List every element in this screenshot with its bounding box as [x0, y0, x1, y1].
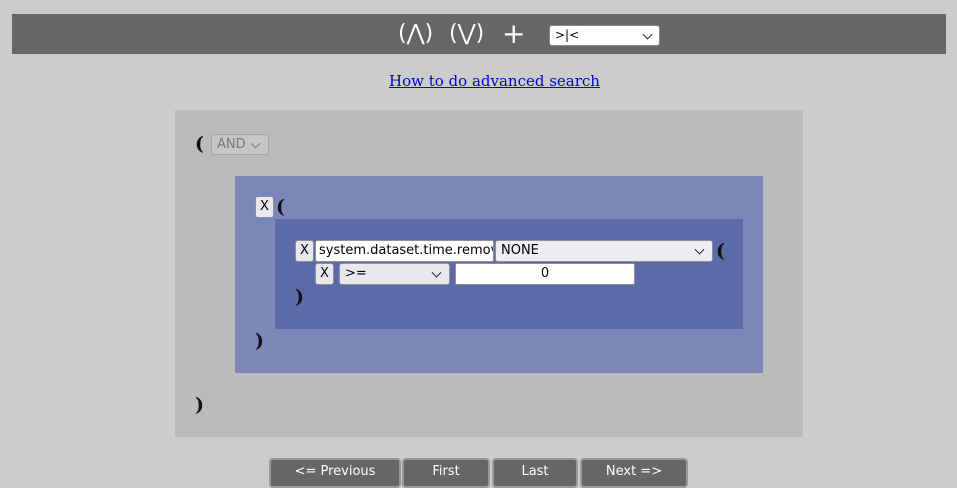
add-or-group-button[interactable]: (⋁) [449, 20, 484, 48]
chevron-down-icon [694, 244, 705, 255]
add-and-group-button[interactable]: (⋀) [398, 20, 433, 48]
toolbar-select-value: >|< [555, 28, 580, 42]
field-name-input[interactable]: system.dataset.time.remove [315, 240, 494, 262]
query-toolbar: (⋀) (⋁) + >|< [12, 14, 946, 54]
sub-query-group: X ( X system.dataset.time.remove NONE ( … [235, 176, 763, 373]
group-operator-select[interactable]: AND [211, 134, 269, 155]
add-condition-button[interactable]: + [502, 20, 525, 48]
condition-value-input[interactable]: 0 [455, 263, 635, 285]
comparator-value: >= [345, 266, 367, 281]
field-transform-value: NONE [501, 243, 539, 258]
root-query-group: ( AND X ( X system.dataset.time.remove N… [175, 110, 803, 437]
field-close-paren: ) [295, 286, 304, 308]
field-condition-block: X system.dataset.time.remove NONE ( X >=… [275, 219, 743, 329]
first-page-button[interactable]: First [402, 458, 490, 488]
chevron-down-icon [642, 29, 653, 40]
chevron-down-icon [431, 267, 442, 278]
previous-page-button[interactable]: <= Previous [269, 458, 401, 488]
remove-group-button[interactable]: X [255, 196, 274, 218]
root-close-paren: ) [195, 394, 204, 416]
group-operator-value: AND [217, 137, 246, 152]
field-open-paren: ( [716, 240, 725, 262]
field-transform-select[interactable]: NONE [495, 240, 713, 262]
remove-field-button[interactable]: X [295, 240, 314, 262]
last-page-button[interactable]: Last [492, 458, 578, 488]
next-page-button[interactable]: Next => [580, 458, 688, 488]
remove-condition-button[interactable]: X [315, 263, 334, 285]
root-open-paren: ( [195, 133, 204, 155]
chevron-down-icon [250, 138, 261, 149]
group-open-paren: ( [276, 196, 285, 218]
group-close-paren: ) [255, 330, 264, 352]
toolbar-select[interactable]: >|< [549, 25, 660, 46]
advanced-search-help-link[interactable]: How to do advanced search [389, 72, 600, 90]
comparator-select[interactable]: >= [339, 263, 450, 285]
